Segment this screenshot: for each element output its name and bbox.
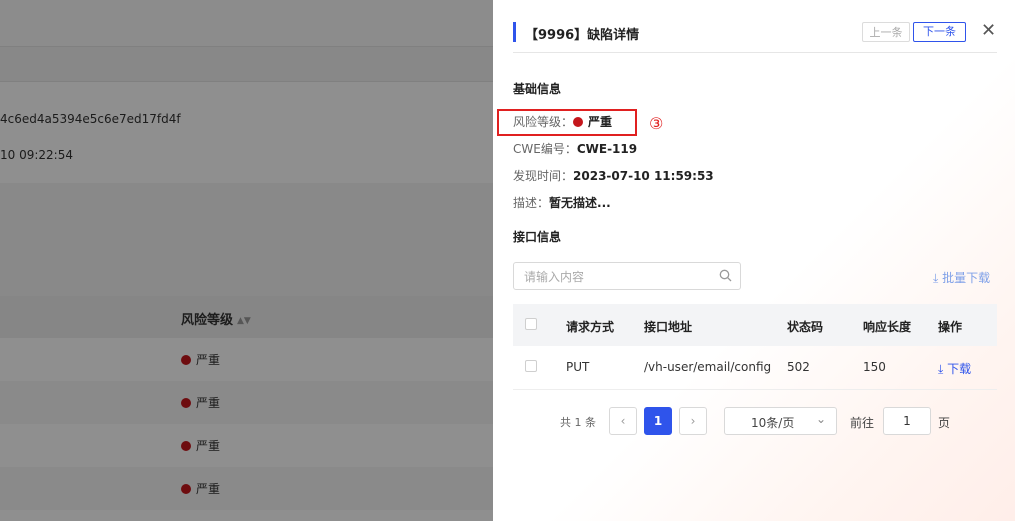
prev-item-button[interactable]: 上一条 — [862, 22, 910, 42]
found-time-value: 2023-07-10 11:59:53 — [573, 169, 714, 183]
goto-page-input[interactable]: 1 — [883, 407, 931, 435]
cwe-field: CWE编号：CWE-119 — [513, 140, 637, 157]
found-time-label: 发现时间： — [513, 169, 574, 183]
status-column-header: 状态码 — [787, 320, 824, 334]
method-column-header: 请求方式 — [566, 320, 615, 334]
api-table-header: 请求方式 接口地址 状态码 响应长度 操作 — [513, 304, 997, 346]
chevron-down-icon: ⌄ — [815, 412, 826, 426]
search-input[interactable] — [522, 266, 716, 288]
page-suffix-label: 页 — [938, 416, 951, 430]
found-time-field: 发现时间：2023-07-10 11:59:53 — [513, 167, 714, 184]
prev-page-button[interactable]: ‹ — [609, 407, 637, 435]
path-cell: /vh-user/email/config — [644, 360, 772, 374]
modal-overlay[interactable] — [0, 0, 493, 521]
drawer-header: 【9996】缺陷详情 上一条 下一条 ✕ — [513, 21, 997, 53]
chevron-right-icon: › — [690, 414, 696, 428]
basic-info-heading: 基础信息 — [513, 82, 562, 96]
row-checkbox[interactable] — [525, 360, 537, 372]
next-item-button[interactable]: 下一条 — [913, 22, 966, 42]
api-info-heading: 接口信息 — [513, 230, 562, 244]
method-cell: PUT — [566, 360, 590, 374]
cwe-label: CWE编号： — [513, 142, 577, 156]
annotation-number: ③ — [649, 114, 664, 133]
description-value: 暂无描述... — [549, 196, 611, 210]
row-download-label: 下载 — [947, 362, 972, 376]
length-cell: 150 — [863, 360, 886, 374]
table-row: PUT /vh-user/email/config 502 150 ⤓ 下载 — [513, 346, 997, 390]
page-size-value: 10条/页 — [751, 416, 795, 430]
pagination-total: 共 1 条 — [560, 416, 596, 429]
select-all-checkbox[interactable] — [525, 318, 537, 330]
download-icon: ⤓ — [938, 362, 944, 376]
defect-detail-drawer: 【9996】缺陷详情 上一条 下一条 ✕ 基础信息 风险等级： 严重 ③ CWE编… — [493, 0, 1015, 521]
description-field: 描述：暂无描述... — [513, 194, 611, 211]
drawer-title: 【9996】缺陷详情 — [525, 28, 640, 43]
annotation-highlight-box — [497, 109, 637, 136]
length-column-header: 响应长度 — [863, 320, 912, 334]
bulk-download-button[interactable]: ⤓ 批量下载 — [933, 269, 990, 286]
description-label: 描述： — [513, 196, 550, 210]
action-column-header: 操作 — [938, 320, 963, 334]
next-page-button[interactable]: › — [679, 407, 707, 435]
download-icon: ⤓ — [933, 271, 939, 285]
status-cell: 502 — [787, 360, 810, 374]
bulk-download-label: 批量下载 — [942, 271, 991, 285]
chevron-left-icon: ‹ — [620, 414, 626, 428]
close-icon[interactable]: ✕ — [981, 21, 996, 41]
cwe-value: CWE-119 — [576, 142, 638, 156]
page-size-select[interactable]: 10条/页 ⌄ — [724, 407, 837, 435]
api-search-box — [513, 262, 741, 290]
row-download-link[interactable]: ⤓ 下载 — [938, 360, 971, 377]
search-icon[interactable] — [719, 269, 732, 285]
goto-label: 前往 — [850, 416, 875, 430]
path-column-header: 接口地址 — [644, 320, 693, 334]
page-number-button[interactable]: 1 — [644, 407, 672, 435]
title-accent-bar — [513, 22, 516, 42]
